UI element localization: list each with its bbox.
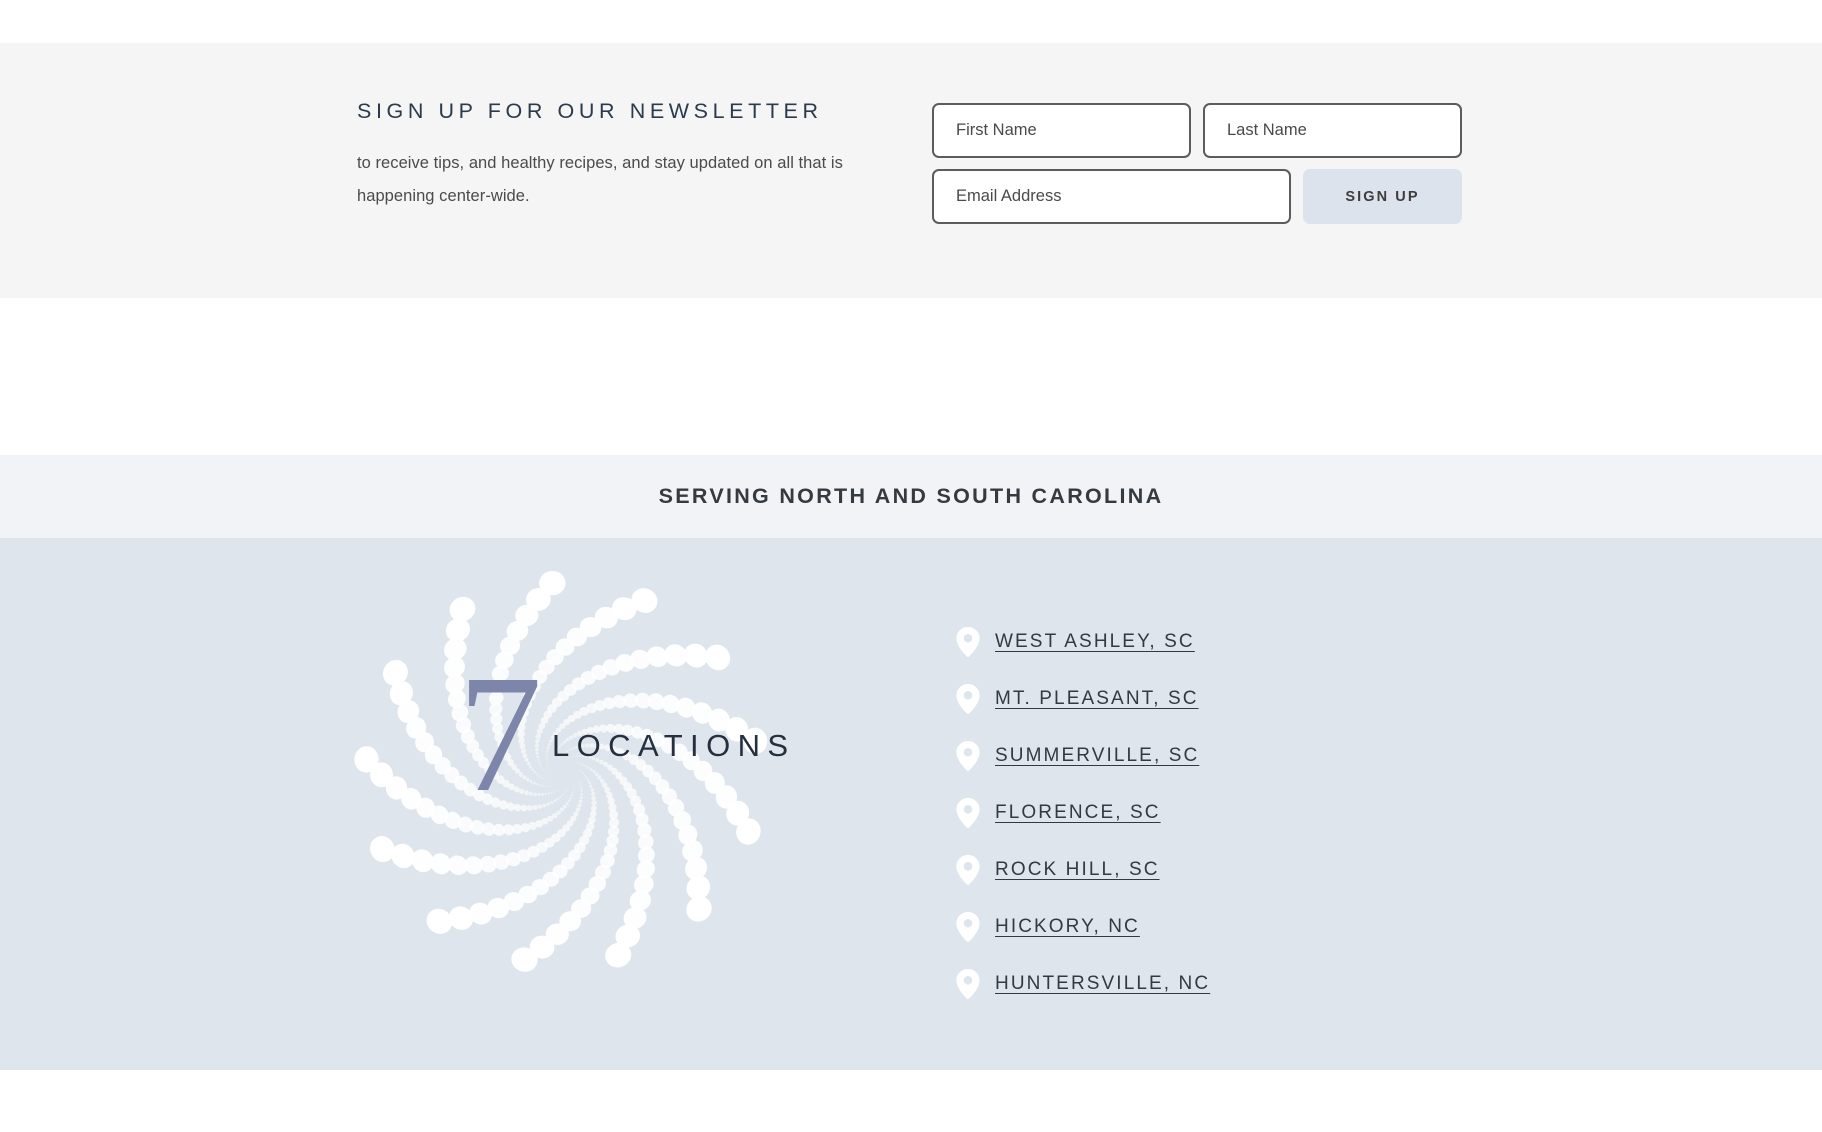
map-pin-icon	[956, 911, 980, 942]
location-link-label: MT. PLEASANT, SC	[995, 687, 1199, 709]
bottom-white-spacer	[0, 1070, 1822, 1132]
location-link-label: SUMMERVILLE, SC	[995, 744, 1200, 766]
newsletter-email-row: SIGN UP	[932, 169, 1462, 224]
location-link-2[interactable]: SUMMERVILLE, SC	[955, 727, 1375, 784]
map-pin-icon	[956, 683, 980, 714]
serving-region-title: SERVING NORTH AND SOUTH CAROLINA	[658, 484, 1164, 508]
email-input[interactable]	[932, 169, 1291, 224]
locations-section: 7 LOCATIONS WEST ASHLEY, SC MT. PLEASANT…	[0, 538, 1822, 1070]
location-link-5[interactable]: HICKORY, NC	[955, 898, 1375, 955]
signup-submit-button[interactable]: SIGN UP	[1303, 169, 1462, 224]
location-link-3[interactable]: FLORENCE, SC	[955, 784, 1375, 841]
map-pin-icon	[956, 968, 980, 999]
newsletter-form: SIGN UP	[932, 103, 1462, 235]
location-link-label: ROCK HILL, SC	[995, 858, 1160, 880]
dotted-spiral-icon	[354, 570, 768, 972]
map-pin-icon	[956, 854, 980, 885]
map-pin-icon	[956, 740, 980, 771]
location-link-0[interactable]: WEST ASHLEY, SC	[955, 613, 1375, 670]
first-name-input[interactable]	[932, 103, 1191, 158]
newsletter-heading: SIGN UP FOR OUR NEWSLETTER	[357, 99, 823, 123]
serving-region-banner: SERVING NORTH AND SOUTH CAROLINA	[0, 455, 1822, 538]
location-link-6[interactable]: HUNTERSVILLE, NC	[955, 955, 1375, 1012]
last-name-input[interactable]	[1203, 103, 1462, 158]
map-pin-icon	[956, 626, 980, 657]
white-spacer	[0, 298, 1822, 455]
map-pin-icon	[956, 797, 980, 828]
locations-label: LOCATIONS	[552, 728, 796, 763]
locations-count: 7	[458, 641, 542, 827]
location-link-label: HICKORY, NC	[995, 915, 1140, 937]
locations-logo: 7 LOCATIONS	[330, 568, 870, 978]
newsletter-copy: SIGN UP FOR OUR NEWSLETTER to receive ti…	[357, 99, 877, 213]
location-link-label: WEST ASHLEY, SC	[995, 630, 1195, 652]
page-root: SIGN UP FOR OUR NEWSLETTER to receive ti…	[0, 0, 1822, 1132]
newsletter-name-row	[932, 103, 1462, 158]
location-link-label: FLORENCE, SC	[995, 801, 1161, 823]
location-link-label: HUNTERSVILLE, NC	[995, 972, 1211, 994]
newsletter-signup-section: SIGN UP FOR OUR NEWSLETTER to receive ti…	[0, 43, 1822, 298]
newsletter-subtext: to receive tips, and healthy recipes, an…	[357, 153, 843, 205]
location-link-4[interactable]: ROCK HILL, SC	[955, 841, 1375, 898]
locations-link-list: WEST ASHLEY, SC MT. PLEASANT, SC SUMMERV…	[955, 613, 1375, 1012]
location-link-1[interactable]: MT. PLEASANT, SC	[955, 670, 1375, 727]
